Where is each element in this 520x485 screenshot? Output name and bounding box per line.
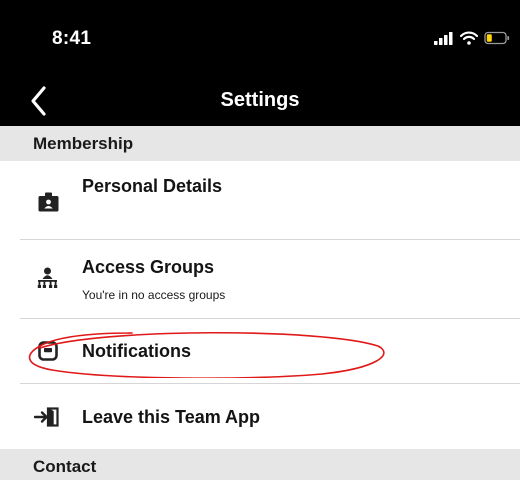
personal-details-row[interactable]: Personal Details bbox=[0, 161, 520, 240]
navigation-bar: Settings bbox=[0, 78, 520, 126]
exit-door-icon bbox=[34, 407, 59, 427]
access-groups-subtitle: You're in no access groups bbox=[82, 288, 226, 302]
leave-team-app-label: Leave this Team App bbox=[82, 407, 261, 427]
status-bar: 8:41 bbox=[0, 0, 520, 78]
id-badge-icon bbox=[38, 192, 59, 212]
wifi-icon bbox=[460, 31, 478, 45]
hierarchy-icon bbox=[37, 267, 58, 288]
cellular-signal-icon bbox=[434, 32, 453, 45]
section-header-membership: Membership bbox=[0, 126, 520, 161]
section-header-contact: Contact bbox=[0, 449, 520, 480]
battery-icon bbox=[484, 31, 510, 45]
leave-team-app-row[interactable]: Leave this Team App bbox=[0, 384, 520, 449]
notifications-label: Notifications bbox=[82, 341, 192, 361]
status-time: 8:41 bbox=[52, 28, 92, 49]
page-title: Settings bbox=[220, 89, 300, 111]
notifications-row[interactable]: Notifications bbox=[0, 319, 520, 384]
status-icons bbox=[434, 30, 510, 46]
access-groups-label: Access Groups bbox=[82, 257, 215, 277]
personal-details-label: Personal Details bbox=[82, 176, 223, 196]
message-icon bbox=[38, 341, 58, 361]
access-groups-row[interactable]: Access Groups You're in no access groups bbox=[0, 240, 520, 319]
